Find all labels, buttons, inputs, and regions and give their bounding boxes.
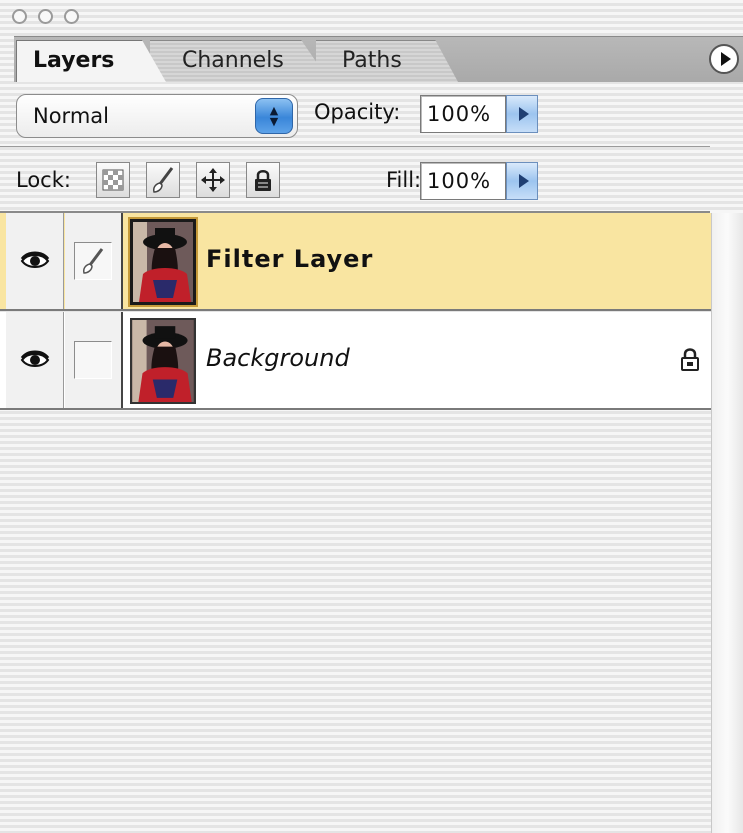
fill-input[interactable]: 100% <box>420 162 506 200</box>
tab-bar: Paths Channels Layers <box>0 36 743 82</box>
layer-row-background[interactable]: Background <box>0 312 711 410</box>
layers-list: Filter Layer Background <box>0 213 711 411</box>
lock-position-button[interactable] <box>196 162 230 198</box>
layer-name[interactable]: Filter Layer <box>206 243 373 275</box>
blend-row: Normal ▲ ▼ Opacity: 100% <box>0 88 743 144</box>
play-arrow-icon <box>518 174 529 188</box>
lock-label: Lock: <box>16 168 71 192</box>
padlock-icon <box>255 170 271 191</box>
lock-all-button[interactable] <box>246 162 280 198</box>
opacity-input[interactable]: 100% <box>420 95 506 133</box>
play-arrow-icon <box>720 52 731 66</box>
close-window-button[interactable] <box>12 9 27 24</box>
scrollbar-track[interactable] <box>711 213 743 833</box>
minimize-window-button[interactable] <box>38 9 53 24</box>
panel-menu-button[interactable] <box>709 44 739 74</box>
padlock-icon <box>679 346 701 376</box>
move-arrows-icon <box>201 168 225 192</box>
lock-transparency-icon <box>102 169 124 191</box>
portrait-thumbnail-icon <box>133 222 193 302</box>
lock-transparency-button[interactable] <box>96 162 130 198</box>
opacity-label: Opacity: <box>314 100 401 124</box>
layer-row-filter-layer[interactable]: Filter Layer <box>0 213 711 311</box>
layer-thumbnail <box>130 318 196 404</box>
layers-panel: Paths Channels Layers Normal ▲ ▼ Opacity:… <box>0 0 743 833</box>
blend-mode-select[interactable]: Normal ▲ ▼ <box>16 94 298 138</box>
tab-paths[interactable]: Paths <box>316 40 458 82</box>
divider <box>0 146 710 147</box>
play-arrow-icon <box>518 107 529 121</box>
lock-row: Lock: Fill: 100% <box>0 150 743 208</box>
layer-name[interactable]: Background <box>206 342 350 374</box>
fill-slider-button[interactable] <box>506 162 538 200</box>
layer-thumbnail <box>130 219 196 305</box>
tab-channels[interactable]: Channels <box>150 40 330 82</box>
lock-image-button[interactable] <box>146 162 180 198</box>
up-down-arrows-icon: ▲ ▼ <box>255 98 293 134</box>
brush-icon <box>153 167 174 193</box>
opacity-slider-button[interactable] <box>506 95 538 133</box>
visibility-toggle[interactable] <box>6 312 64 408</box>
link-toggle[interactable] <box>65 312 123 408</box>
link-toggle[interactable] <box>65 213 123 309</box>
fill-label: Fill: <box>386 168 422 192</box>
visibility-toggle[interactable] <box>6 213 64 309</box>
eye-icon <box>20 251 49 268</box>
portrait-thumbnail-icon <box>132 320 194 402</box>
tab-layers[interactable]: Layers <box>16 40 166 82</box>
brush-icon <box>83 248 104 274</box>
zoom-window-button[interactable] <box>64 9 79 24</box>
title-bar <box>0 0 743 36</box>
blend-mode-value: Normal <box>33 104 109 128</box>
eye-icon <box>20 350 49 367</box>
